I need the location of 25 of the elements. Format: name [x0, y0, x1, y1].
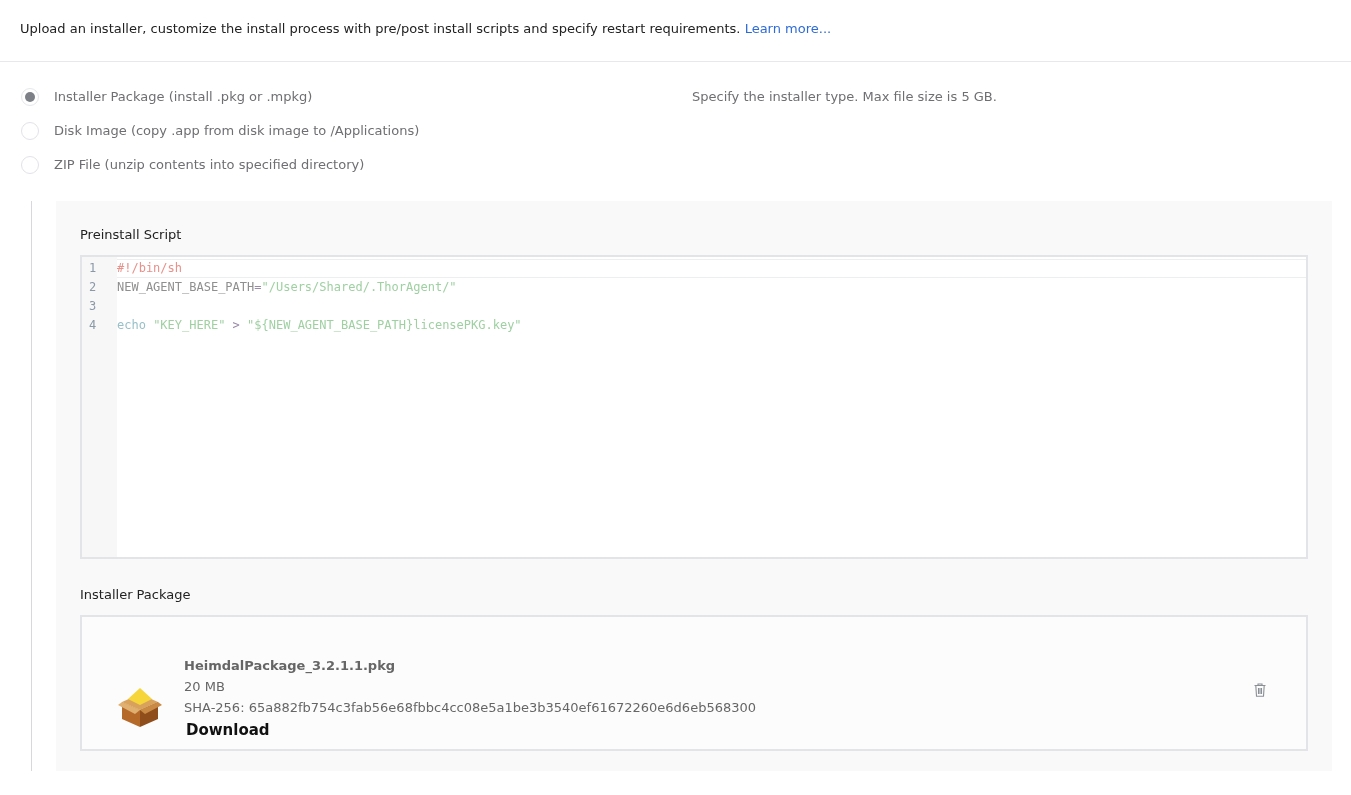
intro-text: Upload an installer, customize the install process with pre/post install scripts and specify restart requirements. Learn more...	[0, 0, 1351, 62]
code-line: NEW_AGENT_BASE_PATH="/Users/Shared/.ThorAgent/"	[117, 279, 458, 296]
code-editor[interactable]: 1 2 3 4 #!/bin/sh NEW_AGENT_BASE_PATH="/Users/Shared/.ThorAgent/" echo "KEY_HERE" > "${NEW_AGENT_BASE_PATH}licensePKG.key"	[80, 255, 1308, 559]
active-code-line: #!/bin/sh	[117, 259, 1306, 278]
line-number: 1	[88, 260, 98, 277]
line-number: 4	[88, 317, 98, 334]
file-hash: SHA-256: 65a882fb754c3fab56e68fbbc4cc08e5a1be3b3540ef61672260e6d6eb568300	[184, 699, 758, 717]
radio-button[interactable]	[21, 87, 39, 106]
radio-button[interactable]	[21, 121, 39, 140]
radio-button[interactable]	[21, 155, 39, 174]
file-size: 20 MB	[184, 678, 226, 696]
delete-icon[interactable]	[1254, 683, 1266, 697]
file-name: HeimdalPackage_3.2.1.1.pkg	[184, 657, 397, 676]
radio-label[interactable]: Disk Image (copy .app from disk image to /Applications)	[54, 123, 420, 138]
code-line: echo "KEY_HERE" > "${NEW_AGENT_BASE_PATH}licensePKG.key"	[117, 317, 523, 334]
learn-more-link[interactable]: Learn more...	[744, 21, 832, 36]
line-number: 3	[88, 298, 98, 315]
package-box-icon	[118, 686, 162, 728]
hint-text: Specify the installer type. Max file size is 5 GB.	[692, 88, 997, 106]
line-number: 2	[88, 279, 98, 296]
download-link[interactable]: Download	[186, 721, 270, 739]
radio-label[interactable]: Installer Package (install .pkg or .mpkg)	[54, 89, 313, 104]
section-label: Preinstall Script	[80, 227, 183, 242]
section-label: Installer Package	[80, 587, 192, 602]
radio-label[interactable]: ZIP File (unzip contents into specified directory)	[54, 157, 365, 172]
